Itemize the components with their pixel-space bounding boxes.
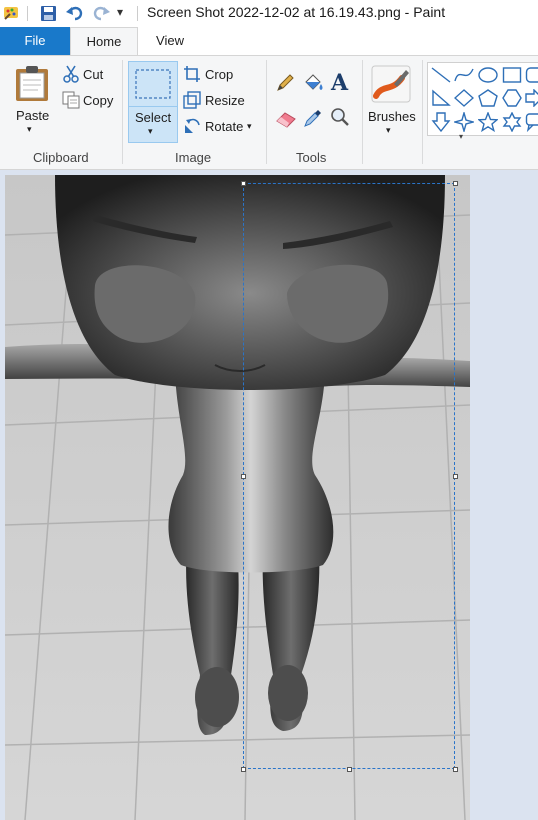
paste-label: Paste — [16, 108, 50, 123]
crop-label: Crop — [205, 67, 234, 82]
rounded-rectangle-shape-icon[interactable] — [525, 66, 538, 84]
shapes-gallery — [427, 62, 538, 136]
text-tool-icon[interactable]: A — [331, 70, 348, 96]
image-group-label: Image — [175, 150, 212, 165]
qa-separator — [27, 6, 28, 21]
title-bar: ▾ Screen Shot 2022-12-02 at 16.19.43.png… — [0, 0, 538, 27]
resize-icon — [183, 91, 201, 109]
ribbon-tab-bar: File Home View — [0, 27, 538, 55]
right-arrow-shape-icon[interactable] — [525, 89, 538, 107]
select-button[interactable]: Select ▾ — [128, 61, 178, 143]
hexagon-shape-icon[interactable] — [502, 89, 522, 107]
redo-icon[interactable] — [91, 4, 111, 22]
selection-handle-middle-right[interactable] — [453, 474, 458, 479]
paint-app-icon — [4, 7, 18, 20]
tab-file[interactable]: File — [0, 27, 70, 55]
rotate-button[interactable]: Rotate ▾ — [182, 117, 257, 137]
ribbon-separator — [266, 60, 267, 164]
brushes-label: Brushes — [368, 109, 416, 124]
copy-button[interactable]: Copy — [61, 91, 117, 111]
select-rectangle-icon — [135, 69, 171, 99]
rotate-label: Rotate — [205, 119, 244, 134]
crop-button[interactable]: Crop — [182, 65, 242, 85]
tab-view[interactable]: View — [150, 27, 190, 55]
ribbon-home: Paste ▾ Cut Copy Clipboard Select ▾ Crop… — [0, 55, 538, 170]
ribbon-separator — [362, 60, 363, 164]
down-arrow-shape-icon[interactable] — [431, 112, 451, 132]
save-icon[interactable] — [40, 5, 57, 22]
fill-bucket-icon[interactable] — [302, 72, 324, 94]
rectangle-shape-icon[interactable] — [502, 66, 522, 84]
brushes-dropdown-icon: ▾ — [386, 125, 391, 135]
selection-handle-top-left[interactable] — [241, 181, 246, 186]
four-point-star-shape-icon[interactable] — [454, 112, 474, 132]
eraser-icon[interactable] — [275, 108, 297, 128]
triangle-shape-icon[interactable] — [431, 89, 451, 107]
resize-label: Resize — [205, 93, 245, 108]
six-point-star-shape-icon[interactable] — [502, 112, 522, 132]
cut-label: Cut — [83, 67, 104, 82]
select-split-line — [129, 106, 177, 107]
copy-icon — [62, 91, 80, 109]
selection-handle-bottom-middle[interactable] — [347, 767, 352, 772]
undo-icon[interactable] — [65, 4, 85, 22]
callout-shape-icon[interactable] — [525, 112, 538, 132]
crop-icon — [184, 66, 200, 82]
shapes-gallery-expand-icon[interactable]: ▾ — [459, 132, 463, 141]
oval-shape-icon[interactable] — [478, 66, 498, 84]
paste-dropdown-icon: ▾ — [27, 124, 32, 134]
rotate-icon — [185, 118, 200, 133]
selection-handle-bottom-right[interactable] — [453, 767, 458, 772]
selection-handle-bottom-left[interactable] — [241, 767, 246, 772]
clipboard-group-label: Clipboard — [33, 150, 89, 165]
copy-label: Copy — [83, 93, 114, 108]
five-point-star-shape-icon[interactable] — [478, 112, 498, 132]
select-label: Select — [135, 110, 172, 125]
magnifier-icon[interactable] — [330, 107, 350, 127]
select-dropdown-icon: ▾ — [148, 126, 153, 136]
tab-home[interactable]: Home — [70, 27, 138, 55]
tools-group-label: Tools — [296, 150, 327, 165]
brush-icon — [371, 65, 411, 103]
scissors-icon — [63, 65, 79, 83]
clipboard-icon — [16, 66, 48, 101]
pencil-icon[interactable] — [275, 73, 295, 93]
ribbon-separator — [422, 60, 423, 164]
brushes-button[interactable]: Brushes ▾ — [365, 60, 417, 142]
window-title: Screen Shot 2022-12-02 at 16.19.43.png -… — [147, 4, 446, 20]
selection-handle-middle-left[interactable] — [241, 474, 246, 479]
selection-handle-top-right[interactable] — [453, 181, 458, 186]
resize-button[interactable]: Resize — [182, 91, 252, 111]
pentagon-shape-icon[interactable] — [478, 89, 498, 107]
cut-button[interactable]: Cut — [61, 65, 111, 85]
curve-shape-icon[interactable] — [454, 66, 474, 84]
ribbon-separator — [122, 60, 123, 164]
selection-rectangle[interactable] — [243, 183, 455, 769]
line-shape-icon[interactable] — [431, 66, 451, 84]
diamond-shape-icon[interactable] — [454, 89, 474, 107]
paste-button[interactable]: Paste ▾ — [10, 60, 54, 140]
color-picker-icon[interactable] — [303, 108, 323, 128]
title-separator — [137, 6, 138, 21]
rotate-dropdown-icon: ▾ — [247, 121, 252, 131]
customize-quick-access-icon[interactable]: ▾ — [117, 5, 123, 19]
